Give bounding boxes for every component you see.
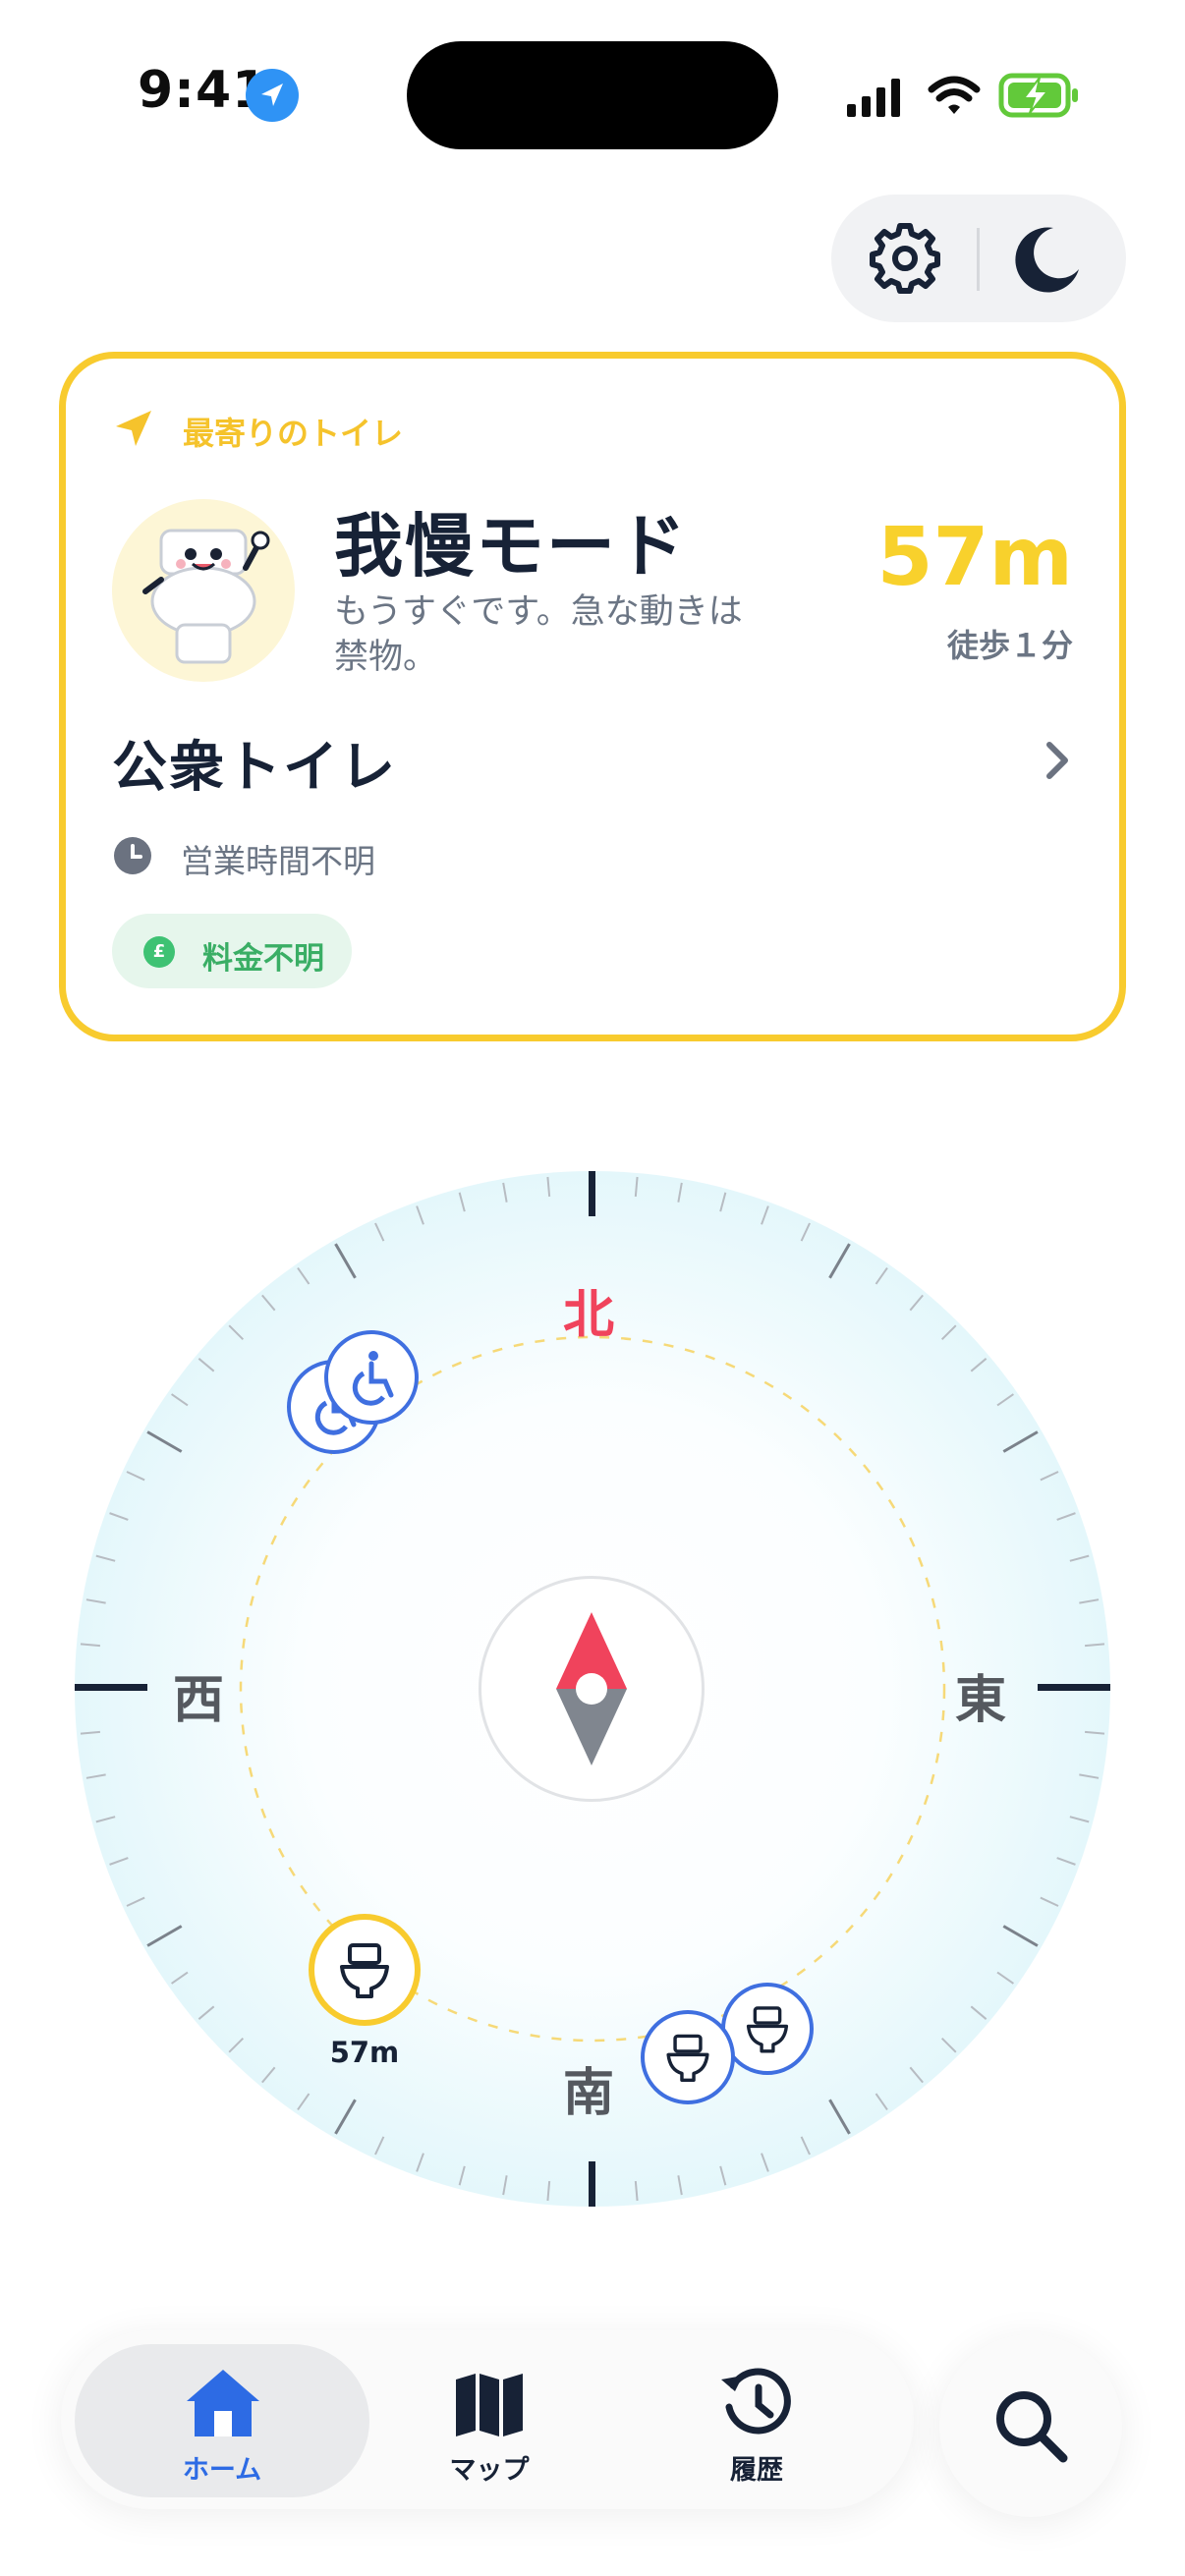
map-marker-toilet[interactable] — [721, 1983, 814, 2075]
tab-history-label: 履歴 — [730, 2455, 783, 2486]
header-divider — [977, 228, 980, 291]
gear-icon[interactable] — [869, 222, 941, 295]
nearest-label: 最寄りのトイレ — [183, 415, 404, 452]
search-icon — [996, 2391, 1068, 2463]
marker-distance-label: 57m — [329, 2036, 400, 2069]
wifi-icon — [928, 76, 981, 114]
north-tick — [589, 1171, 595, 1216]
west-tick — [75, 1684, 147, 1691]
toilet-icon — [340, 1943, 389, 1998]
direction-south: 南 — [563, 2064, 615, 2123]
mode-description: もうすぐです。急な動きは禁物。 — [334, 592, 743, 677]
tab-map[interactable]: マップ — [391, 2356, 588, 2493]
toilet-mascot-avatar — [112, 499, 295, 682]
walk-time: 徒歩１分 — [946, 627, 1073, 664]
clock-icon — [114, 837, 151, 874]
location-arrow-icon — [116, 411, 151, 446]
east-tick — [1038, 1684, 1110, 1691]
map-icon — [456, 2374, 523, 2436]
south-tick — [589, 2161, 595, 2207]
cellular-signal-icon — [847, 79, 900, 117]
tab-history[interactable]: 履歴 — [658, 2356, 855, 2493]
compass-needle-disc — [479, 1576, 705, 1802]
map-marker-toilet[interactable] — [641, 2010, 735, 2104]
tab-map-label: マップ — [449, 2455, 530, 2486]
mode-title: 我慢モード — [334, 506, 688, 587]
hours-text: 営業時間不明 — [181, 842, 375, 880]
search-button[interactable] — [939, 2334, 1122, 2517]
toilet-icon — [666, 2034, 709, 2083]
wheelchair-icon — [352, 1351, 394, 1406]
place-name: 公衆トイレ — [112, 736, 397, 800]
battery-charging-icon — [998, 73, 1078, 118]
pound-coin-icon: £ — [143, 936, 175, 968]
history-icon — [721, 2368, 791, 2435]
fee-text: 料金不明 — [202, 941, 324, 977]
moon-icon[interactable] — [1010, 222, 1085, 297]
direction-west: 西 — [173, 1671, 225, 1730]
chevron-right-icon[interactable] — [1044, 739, 1073, 782]
compass-needle-icon — [556, 1612, 627, 1765]
tab-home-label: ホーム — [182, 2455, 262, 2486]
home-icon — [187, 2370, 259, 2436]
map-marker-toilet-nearest[interactable] — [309, 1914, 421, 2026]
location-arrow-icon — [246, 69, 299, 122]
toilet-icon — [746, 2006, 789, 2053]
map-marker-wheelchair[interactable] — [324, 1330, 419, 1425]
dynamic-island — [407, 41, 778, 149]
distance-value: 57m — [876, 511, 1073, 604]
tab-home[interactable]: ホーム — [124, 2356, 320, 2493]
direction-north: 北 — [563, 1286, 615, 1345]
direction-east: 東 — [955, 1671, 1007, 1730]
